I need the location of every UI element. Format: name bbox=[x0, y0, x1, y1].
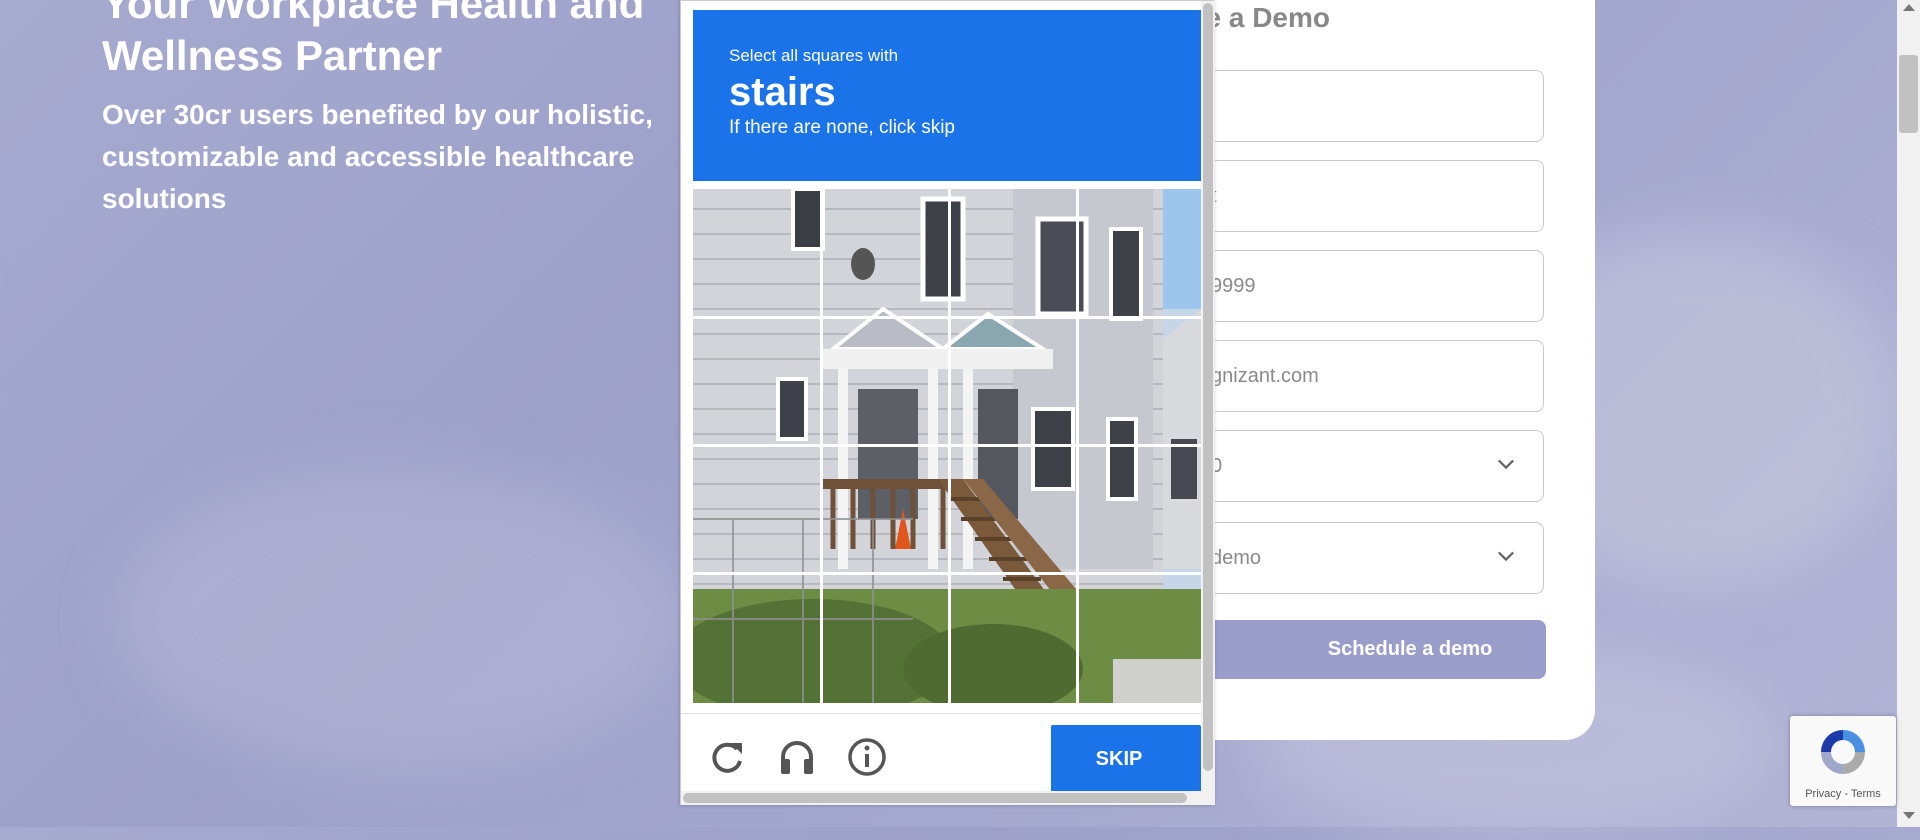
grid-divider bbox=[693, 316, 1201, 319]
email-field-placeholder: gnizant.com bbox=[1211, 364, 1319, 387]
page-scroll-thumb[interactable] bbox=[1899, 55, 1918, 133]
recaptcha-privacy-terms[interactable]: Privacy - Terms bbox=[1790, 788, 1896, 800]
captcha-target: stairs bbox=[729, 70, 836, 114]
skip-button[interactable]: SKIP bbox=[1051, 725, 1201, 793]
grid-divider bbox=[693, 572, 1201, 575]
captcha-hint: If there are none, click skip bbox=[729, 117, 955, 138]
scroll-down-arrow-icon[interactable] bbox=[1903, 812, 1915, 819]
captcha-image-grid bbox=[693, 189, 1201, 703]
recaptcha-logo-icon bbox=[1821, 730, 1865, 774]
phone-field-placeholder: 9999 bbox=[1211, 274, 1256, 297]
chevron-down-icon bbox=[1498, 459, 1514, 470]
background-blob bbox=[120, 470, 680, 770]
reload-icon[interactable] bbox=[707, 737, 747, 777]
scroll-up-arrow-icon[interactable] bbox=[1903, 4, 1915, 11]
demo-type-value: demo bbox=[1211, 546, 1262, 569]
captcha-footer-divider bbox=[681, 713, 1201, 714]
captcha-vertical-scroll-thumb[interactable] bbox=[1203, 3, 1213, 771]
captcha-horizontal-scroll-thumb[interactable] bbox=[683, 793, 1187, 803]
hero-title: Your Workplace Health and Wellness Partn… bbox=[102, 0, 645, 79]
chevron-down-icon bbox=[1498, 551, 1514, 562]
captcha-instruction: Select all squares with bbox=[729, 46, 899, 65]
headphones-icon[interactable] bbox=[777, 737, 817, 777]
recaptcha-badge[interactable]: Privacy - Terms bbox=[1790, 716, 1896, 806]
captcha-header: Select all squares with stairs If there … bbox=[693, 10, 1201, 181]
grid-divider bbox=[693, 444, 1201, 447]
recaptcha-challenge: Select all squares with stairs If there … bbox=[680, 0, 1215, 805]
hero-subtitle: Over 30cr users benefited by our holisti… bbox=[102, 99, 653, 214]
info-icon[interactable] bbox=[847, 737, 887, 777]
